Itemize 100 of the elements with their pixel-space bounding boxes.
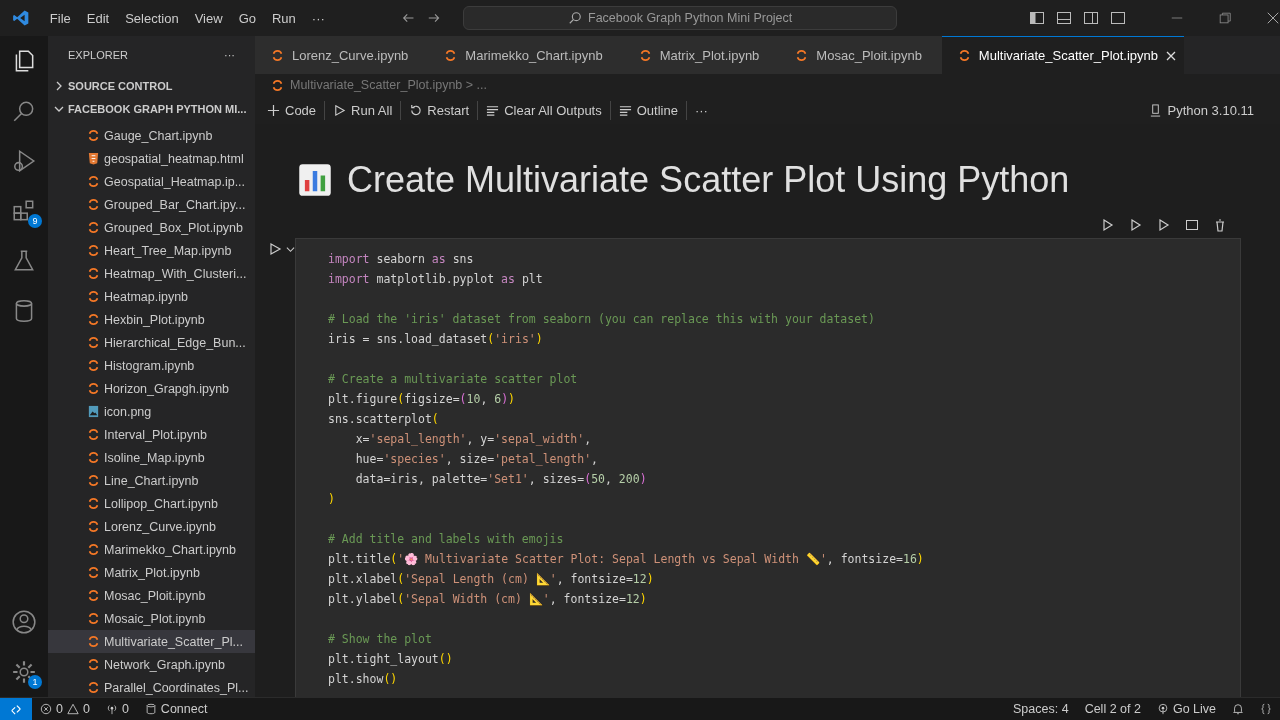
toolbar-button[interactable]: Code xyxy=(259,100,326,120)
tree-item[interactable]: Mosaic_Plot.ipynb xyxy=(48,607,255,630)
notebook-icon xyxy=(87,382,100,395)
notebook-icon xyxy=(87,336,100,349)
tree-item[interactable]: Matrix_Plot.ipynb xyxy=(48,561,255,584)
code-line: sns.scatterplot( xyxy=(328,411,440,428)
notebook-icon xyxy=(87,543,100,556)
menu-bar-item[interactable]: Run xyxy=(263,10,304,26)
tree-item[interactable]: Line_Chart.ipynb xyxy=(48,469,255,492)
antenna-icon xyxy=(105,703,118,715)
cell-toolbar-icon[interactable] xyxy=(1157,218,1171,232)
editor-tab[interactable]: Multivariate_Scatter_Plot.ipynb xyxy=(941,36,1185,74)
tree-item[interactable]: Lollipop_Chart.ipynb xyxy=(48,492,255,515)
tree-item[interactable]: Mosac_Ploit.ipynb xyxy=(48,584,255,607)
kernel-picker[interactable]: Python 3.10.11 xyxy=(1148,102,1254,118)
braces-icon[interactable] xyxy=(1260,703,1272,715)
cell-status[interactable]: Cell 2 of 2 xyxy=(1076,702,1149,716)
tree-item[interactable]: Histogram.ipynb xyxy=(48,354,255,377)
run-cell-icon[interactable] xyxy=(268,242,282,256)
clear-outputs-icon xyxy=(486,103,500,117)
code-line: plt.xlabel('Sepal Length (cm) 📐', fontsize=12) xyxy=(328,571,655,588)
layout-icon[interactable] xyxy=(1110,10,1126,26)
menu-bar-item[interactable]: File xyxy=(41,10,79,26)
cell-toolbar-icon[interactable] xyxy=(1213,218,1227,232)
more-actions[interactable]: ··· xyxy=(224,49,235,61)
editor-tab[interactable]: Marimekko_Chart.ipynb xyxy=(428,36,623,74)
editor-tab[interactable]: Mosac_Ploit.ipynb xyxy=(779,36,942,74)
code-line: plt.show() xyxy=(328,671,399,688)
code-cell[interactable] xyxy=(295,238,1241,697)
tree-item[interactable]: Network_Graph.ipynb xyxy=(48,653,255,676)
tree-item[interactable]: Parallel_Coordinates_Pl... xyxy=(48,676,255,697)
tree-item[interactable]: Heatmap_With_Clusteri... xyxy=(48,262,255,285)
tree-item[interactable]: Multivariate_Scatter_Pl... xyxy=(48,630,255,653)
layout-icon[interactable] xyxy=(1083,10,1099,26)
cell-toolbar-icon[interactable] xyxy=(1185,218,1199,232)
chevron-icon[interactable] xyxy=(54,80,64,91)
layout-icon[interactable] xyxy=(1056,10,1072,26)
notebook-icon xyxy=(957,49,971,62)
tree-item[interactable]: Horizon_Grapgh.ipynb xyxy=(48,377,255,400)
remote-button[interactable] xyxy=(0,698,32,720)
chevron-icon[interactable] xyxy=(286,244,295,254)
image-file-icon xyxy=(87,405,100,418)
menu-bar-item[interactable]: Go xyxy=(230,10,264,26)
layout-icon[interactable] xyxy=(1029,10,1045,26)
cell-toolbar-icon[interactable] xyxy=(1101,218,1115,232)
database-icon xyxy=(144,703,157,715)
tree-item[interactable]: Hierarchical_Edge_Bun... xyxy=(48,331,255,354)
settings-icon[interactable] xyxy=(11,659,37,685)
tree-item[interactable]: Isoline_Map.ipynb xyxy=(48,446,255,469)
notification-badge: 1 xyxy=(28,675,42,689)
notebook-icon xyxy=(87,428,100,441)
menu-bar-item[interactable]: Selection xyxy=(117,10,187,26)
command-center[interactable]: Facebook Graph Python Mini Project xyxy=(463,6,897,30)
notebook-icon xyxy=(87,635,100,648)
restore-icon[interactable] xyxy=(1218,11,1232,25)
close-icon[interactable] xyxy=(1166,50,1177,61)
close-icon[interactable] xyxy=(1266,11,1280,25)
section-header[interactable]: SOURCE CONTROL xyxy=(68,79,173,92)
warning-icon xyxy=(66,703,79,715)
more-actions[interactable]: ··· xyxy=(686,102,716,118)
tree-item[interactable]: Marimekko_Chart.ipynb xyxy=(48,538,255,561)
broadcast-icon xyxy=(1156,703,1169,715)
run-debug-icon[interactable] xyxy=(11,148,37,174)
editor-tab[interactable]: Matrix_Plot.ipynb xyxy=(622,36,780,74)
section-header[interactable]: FACEBOOK GRAPH PYTHON MI... xyxy=(68,102,247,115)
problems-status[interactable]: 0 0 xyxy=(32,702,98,716)
menu-bar-item[interactable]: ··· xyxy=(303,10,333,26)
toolbar-button[interactable]: Restart xyxy=(401,100,479,120)
notebook-icon xyxy=(87,129,100,142)
indentation-status[interactable]: Spaces: 4 xyxy=(1005,702,1077,716)
ports-status[interactable]: 0 xyxy=(97,702,137,716)
tree-item[interactable]: Grouped_Box_Plot.ipynb xyxy=(48,216,255,239)
toolbar-button[interactable]: Run All xyxy=(325,100,402,120)
connect-status[interactable]: Connect xyxy=(136,702,216,716)
account-icon[interactable] xyxy=(11,609,37,635)
tree-item[interactable]: icon.png xyxy=(48,400,255,423)
html-file-icon xyxy=(87,152,100,165)
tree-item[interactable]: Heatmap.ipynb xyxy=(48,285,255,308)
editor-tab[interactable]: Lorenz_Curve.ipynb xyxy=(255,36,429,74)
tree-item[interactable]: Gauge_Chart.ipynb xyxy=(48,124,255,147)
menu-bar-item[interactable]: Edit xyxy=(78,10,118,26)
toolbar-button[interactable]: Clear All Outputs xyxy=(478,100,611,120)
error-icon xyxy=(40,703,52,715)
toolbar-button[interactable]: Outline xyxy=(610,100,687,120)
go-live-button[interactable]: Go Live xyxy=(1148,702,1224,716)
cell-toolbar-icon[interactable] xyxy=(1129,218,1143,232)
tree-item[interactable]: geospatial_heatmap.html xyxy=(48,147,255,170)
tree-item[interactable]: Grouped_Bar_Chart.ipy... xyxy=(48,193,255,216)
sidebar-title: EXPLORER xyxy=(68,49,128,61)
breadcrumb[interactable]: Multivariate_Scatter_Plot.ipynb > ... xyxy=(290,78,487,92)
bell-icon[interactable] xyxy=(1232,703,1244,715)
tree-item[interactable]: Heart_Tree_Map.ipynb xyxy=(48,239,255,262)
tree-item[interactable]: Interval_Plot.ipynb xyxy=(48,423,255,446)
code-line: # Create a multivariate scatter plot xyxy=(328,371,579,388)
tree-item[interactable]: Geospatial_Heatmap.ip... xyxy=(48,170,255,193)
tree-item[interactable]: Hexbin_Plot.ipynb xyxy=(48,308,255,331)
tree-item[interactable]: Lorenz_Curve.ipynb xyxy=(48,515,255,538)
notebook-icon xyxy=(638,48,652,62)
menu-bar-item[interactable]: View xyxy=(186,10,231,26)
notebook-icon xyxy=(271,48,284,62)
